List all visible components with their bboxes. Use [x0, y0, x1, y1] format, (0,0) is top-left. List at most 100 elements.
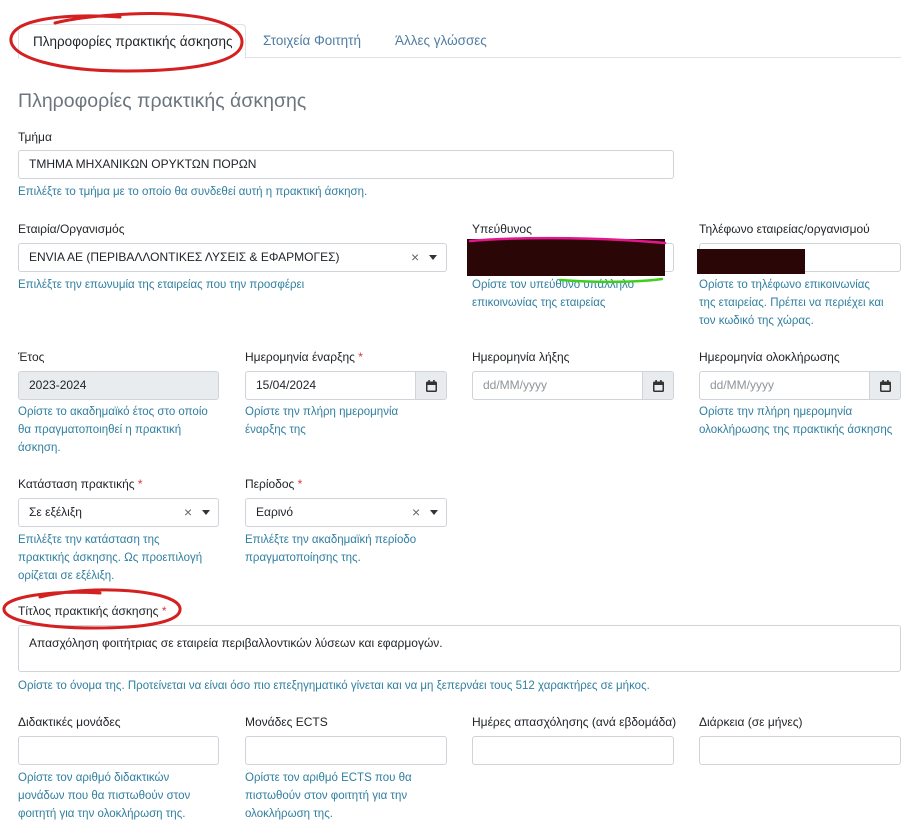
help-line: πρακτικής άσκησης. Ως προεπιλογή [18, 552, 203, 564]
label-text: Τίτλος πρακτικής άσκησης [18, 604, 159, 618]
help-line: Ορίστε το τηλέφωνο επικοινωνίας [699, 279, 870, 291]
label-text: Περίοδος [245, 477, 295, 491]
duration-input[interactable] [699, 736, 901, 765]
start-date-value: 15/04/2024 [256, 378, 317, 392]
ects-help: Ορίστε τον αριθμό ECTS που θα πιστωθούν … [245, 769, 412, 823]
start-date-label: Ημερομηνία έναρξης * [245, 350, 363, 364]
company-select[interactable]: ENVIA AE (ΠΕΡΙΒΑΛΛΟΝΤΙΚΕΣ ΛΥΣΕΙΣ & ΕΦΑΡΜ… [18, 243, 447, 272]
completion-date-input[interactable]: dd/MM/yyyy [699, 371, 901, 400]
help-line: της εταιρείας. Πρέπει να περιέχει και [699, 297, 884, 309]
internship-title-textarea[interactable]: Απασχόληση φοιτήτριας σε εταιρεία περιβα… [18, 625, 901, 672]
department-help: Επιλέξτε το τμήμα με το οποίο θα συνδεθε… [18, 186, 368, 198]
page-title: Πληροφορίες πρακτικής άσκησης [18, 90, 307, 112]
duration-label: Διάρκεια (σε μήνες) [699, 715, 803, 729]
help-line: Επιλέξτε την ακαδημαϊκή περίοδο [245, 534, 417, 546]
company-label: Εταιρία/Οργανισμός [18, 222, 125, 236]
help-line: επικοινωνίας της εταιρείας [472, 297, 606, 309]
required-marker: * [297, 477, 303, 491]
company-help: Επιλέξτε την επωνυμία της εταιρείας που … [18, 279, 305, 291]
supervisor-label: Υπεύθυνος [472, 222, 532, 236]
end-date-placeholder: dd/MM/yyyy [483, 378, 548, 392]
help-line: Ορίστε τον υπεύθυνο υπάλληλο [472, 279, 634, 291]
required-marker: * [358, 350, 363, 364]
teaching-units-input[interactable] [18, 736, 219, 765]
help-line: πιστωθούν στον φοιτητή για την [245, 790, 408, 802]
chevron-down-icon[interactable] [430, 510, 438, 515]
company-value: ENVIA AE (ΠΕΡΙΒΑΛΛΟΝΤΙΚΕΣ ΛΥΣΕΙΣ & ΕΦΑΡΜ… [29, 250, 340, 264]
completion-date-placeholder: dd/MM/yyyy [710, 378, 775, 392]
completion-date-label: Ημερομηνία ολοκλήρωσης [699, 350, 840, 364]
clear-icon[interactable]: × [184, 499, 192, 526]
department-input[interactable]: ΤΜΗΜΑ ΜΗΧΑΝΙΚΩΝ ΟΡΥΚΤΩΝ ΠΟΡΩΝ [18, 150, 674, 179]
completion-date-help: Ορίστε την πλήρη ημερομηνία ολοκλήρωσης … [699, 403, 892, 439]
clear-icon[interactable]: × [411, 244, 419, 271]
tab-label: Πληροφορίες πρακτικής άσκησης [33, 34, 233, 49]
label-text: Ημερομηνία έναρξης [245, 350, 355, 364]
year-value: 2023-2024 [29, 378, 87, 392]
help-line: θα πραγματοποιηθεί η πρακτική [18, 424, 182, 436]
tab-student-details[interactable]: Στοιχεία Φοιτητή [249, 24, 375, 58]
help-line: έναρξης της [245, 424, 306, 436]
year-help: Ορίστε το ακαδημαϊκό έτος στο οποίο θα π… [18, 403, 208, 457]
ects-input[interactable] [245, 736, 447, 765]
work-days-input[interactable] [472, 736, 674, 765]
help-line: τον κωδικό της χώρας. [699, 315, 814, 327]
help-line: Ορίστε το ακαδημαϊκό έτος στο οποίο [18, 406, 208, 418]
status-help: Επιλέξτε την κατάσταση της πρακτικής άσκ… [18, 531, 202, 585]
help-line: ολοκλήρωσης της πρακτικής άσκησης [699, 424, 893, 436]
chevron-down-icon[interactable] [429, 255, 437, 260]
calendar-icon [880, 380, 891, 392]
help-line: πραγματοποίησης της. [245, 552, 361, 564]
period-select[interactable]: Εαρινό × [245, 498, 447, 527]
end-date-label: Ημερομηνία λήξης [472, 350, 570, 364]
help-line: Ορίστε την πλήρη ημερομηνία [245, 406, 399, 418]
teaching-units-label: Διδακτικές μονάδες [18, 715, 121, 729]
calendar-icon [426, 380, 437, 392]
teaching-units-help: Ορίστε τον αριθμό διδακτικών μονάδων που… [18, 769, 190, 823]
internship-title-value: Απασχόληση φοιτήτριας σε εταιρεία περιβα… [29, 636, 443, 650]
required-marker: * [137, 477, 143, 491]
end-date-input[interactable]: dd/MM/yyyy [472, 371, 674, 400]
status-value: Σε εξέλιξη [29, 505, 82, 519]
help-line: ορίζεται σε εξέλιξη. [18, 570, 115, 582]
help-line: φοιτητή για την ολοκλήρωση της. [18, 808, 186, 820]
period-help: Επιλέξτε την ακαδημαϊκή περίοδο πραγματο… [245, 531, 416, 567]
help-line: άσκηση. [18, 442, 61, 454]
label-text: Κατάσταση πρακτικής [18, 477, 135, 491]
status-label: Κατάσταση πρακτικής * [18, 477, 143, 491]
required-marker: * [161, 604, 167, 618]
calendar-button[interactable] [869, 372, 900, 399]
tab-label: Στοιχεία Φοιτητή [263, 33, 361, 48]
year-label: Έτος [18, 350, 45, 364]
chevron-down-icon[interactable] [202, 510, 210, 515]
redaction-block [697, 249, 805, 274]
help-line: Ορίστε τον αριθμό διδακτικών [18, 772, 170, 784]
work-days-label: Ημέρες απασχόλησης (ανά εβδομάδα) [472, 715, 677, 729]
phone-label: Τηλέφωνο εταιρείας/οργανισμού [699, 222, 870, 236]
redaction-block [467, 239, 665, 276]
tab-internship-info[interactable]: Πληροφορίες πρακτικής άσκησης [18, 24, 246, 59]
calendar-button[interactable] [642, 372, 673, 399]
internship-title-help: Ορίστε το όνομα της. Προτείνεται να είνα… [18, 680, 650, 692]
internship-title-label: Τίτλος πρακτικής άσκησης * [18, 604, 166, 618]
department-label: Τμήμα [18, 130, 52, 144]
period-value: Εαρινό [256, 505, 294, 519]
year-input: 2023-2024 [18, 371, 219, 400]
status-select[interactable]: Σε εξέλιξη × [18, 498, 219, 527]
help-line: Ορίστε τον αριθμό ECTS που θα [245, 772, 412, 784]
phone-help: Ορίστε το τηλέφωνο επικοινωνίας της εται… [699, 276, 884, 330]
help-line: ολοκλήρωση της. [245, 808, 333, 820]
calendar-icon [653, 380, 664, 392]
start-date-help: Ορίστε την πλήρη ημερομηνία έναρξης της [245, 403, 398, 439]
help-line: Επιλέξτε την κατάσταση της [18, 534, 160, 546]
department-value: ΤΜΗΜΑ ΜΗΧΑΝΙΚΩΝ ΟΡΥΚΤΩΝ ΠΟΡΩΝ [29, 157, 257, 171]
tab-other-languages[interactable]: Άλλες γλώσσες [381, 24, 501, 58]
help-line: μονάδων που θα πιστωθούν στον [18, 790, 191, 802]
supervisor-help: Ορίστε τον υπεύθυνο υπάλληλο επικοινωνία… [472, 276, 634, 312]
calendar-button[interactable] [415, 372, 446, 399]
tab-label: Άλλες γλώσσες [395, 33, 487, 48]
clear-icon[interactable]: × [412, 499, 420, 526]
ects-label: Μονάδες ECTS [245, 715, 328, 729]
tab-bar: Πληροφορίες πρακτικής άσκησης Στοιχεία Φ… [18, 24, 901, 59]
start-date-input[interactable]: 15/04/2024 [245, 371, 447, 400]
